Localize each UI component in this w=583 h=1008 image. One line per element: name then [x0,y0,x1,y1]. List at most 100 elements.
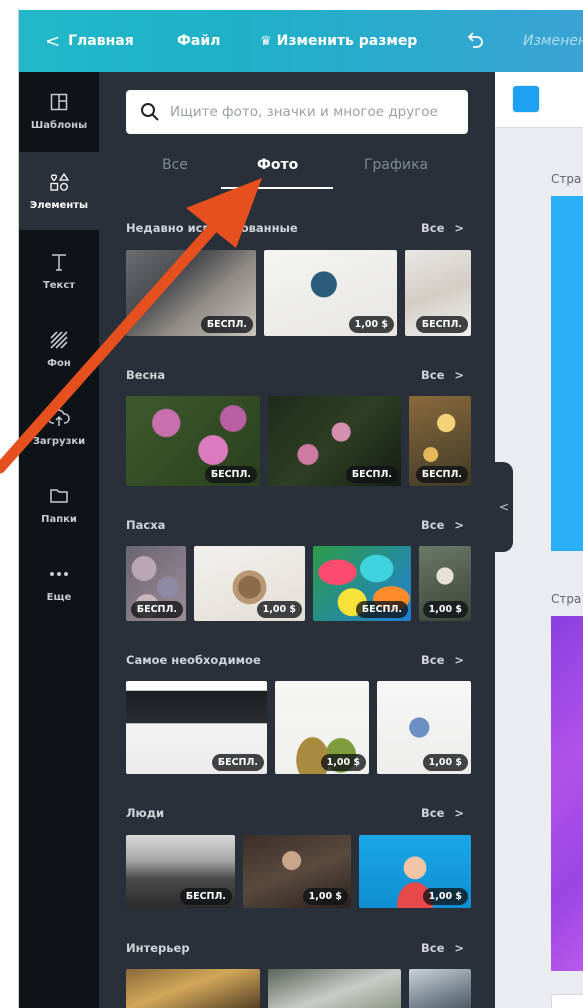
rail-item-more[interactable]: Еще [19,544,99,622]
price-badge: БЕСПЛ. [345,466,398,483]
rail-item-text[interactable]: Текст [19,232,99,310]
tab-graphics[interactable]: Графика [364,157,428,173]
photo-thumbnail[interactable]: 1,00 $ [243,835,351,908]
rail-item-templates[interactable]: Шаблоны [19,72,99,150]
section-title-essentials: Самое необходимое [126,653,261,667]
price-badge: БЕСПЛ. [200,316,253,333]
see-all-label: Все [421,368,445,382]
resize-button[interactable]: ♛ Изменить размер [260,10,417,72]
tab-photos[interactable]: Фото [257,157,298,173]
rail-label: Элементы [29,200,89,211]
search-box[interactable] [126,90,468,134]
price-badge: 1,00 $ [302,888,348,905]
photo-thumbnail[interactable]: БЕСПЛ. [126,250,256,336]
see-all-label: Все [421,653,445,667]
section-title-people: Люди [126,806,165,820]
price-badge: БЕСПЛ. [355,601,408,618]
chevron-right-icon: > [454,518,465,532]
see-all-interior-button[interactable]: Все > [421,941,464,955]
home-label: Главная [68,33,134,49]
rail-label: Фон [47,358,71,369]
photo-thumbnail[interactable]: БЕСПЛ. [409,396,471,486]
rail-item-uploads[interactable]: Загрузки [19,388,99,466]
design-page-2[interactable] [551,616,583,971]
price-badge: 1,00 $ [256,601,302,618]
collapse-panel-button[interactable]: < [495,462,513,552]
chevron-right-icon: > [454,941,465,955]
save-status: Изменен [523,33,583,49]
side-rail: Шаблоны Элементы Текст Фон Загрузки Папк… [19,72,99,1008]
photo-thumbnail[interactable] [126,969,260,1008]
rail-item-background[interactable]: Фон [19,310,99,388]
see-all-label: Все [421,941,445,955]
tab-all[interactable]: Все [162,157,188,173]
see-all-recent-button[interactable]: Все > [421,221,464,235]
photo-thumbnail[interactable]: 1,00 $ [419,546,471,621]
price-badge: БЕСПЛ. [415,466,468,483]
photo-thumbnail[interactable]: БЕСПЛ. [405,250,471,336]
price-badge: БЕСПЛ. [130,601,183,618]
search-input[interactable] [170,104,460,120]
undo-button[interactable] [465,10,485,72]
rail-label: Еще [46,592,72,603]
photo-thumbnail[interactable] [268,969,401,1008]
photo-thumbnail[interactable]: 1,00 $ [359,835,471,908]
see-all-easter-button[interactable]: Все > [421,518,464,532]
price-badge: БЕСПЛ. [204,466,257,483]
undo-icon [467,32,483,48]
photo-thumbnail[interactable]: 1,00 $ [194,546,305,621]
section-title-recent: Недавно использованные [126,221,298,235]
background-icon [48,329,70,351]
chevron-right-icon: > [454,806,465,820]
file-menu-button[interactable]: Файл [177,10,220,72]
photo-thumbnail[interactable]: БЕСПЛ. [126,681,267,774]
photo-thumbnail[interactable]: БЕСПЛ. [268,396,401,486]
price-badge: 1,00 $ [422,888,468,905]
add-page-button[interactable] [551,994,583,1008]
section-title-interior: Интерьер [126,941,190,955]
see-all-spring-button[interactable]: Все > [421,368,464,382]
rail-label: Папки [41,514,77,525]
price-badge: БЕСПЛ. [211,754,264,771]
rail-item-folders[interactable]: Папки [19,466,99,544]
rail-label: Загрузки [32,436,86,447]
see-all-essentials-button[interactable]: Все > [421,653,464,667]
see-all-label: Все [421,518,445,532]
photo-thumbnail[interactable] [409,969,471,1008]
photo-thumbnail[interactable]: БЕСПЛ. [126,396,260,486]
photo-thumbnail[interactable]: 1,00 $ [377,681,471,774]
price-badge: 1,00 $ [422,754,468,771]
photo-thumbnail[interactable]: БЕСПЛ. [126,835,235,908]
price-badge: 1,00 $ [422,601,468,618]
rail-label: Текст [42,280,76,291]
color-swatch-button[interactable] [513,86,539,112]
photo-thumbnail[interactable]: БЕСПЛ. [313,546,411,621]
photo-thumbnail[interactable]: БЕСПЛ. [126,546,186,621]
elements-icon [48,171,70,193]
see-all-people-button[interactable]: Все > [421,806,464,820]
see-all-label: Все [421,221,445,235]
price-badge: БЕСПЛ. [179,888,232,905]
top-bar: < Главная Файл ♛ Изменить размер Изменен [19,10,583,72]
rail-item-elements[interactable]: Элементы [19,152,99,230]
folder-icon [48,485,70,507]
photo-thumbnail[interactable]: 1,00 $ [275,681,369,774]
page-label: Стра [551,592,582,606]
page-label: Стра [551,172,582,186]
active-tab-indicator [221,187,333,189]
photo-thumbnail[interactable]: 1,00 $ [264,250,397,336]
tab-bar: Все Фото Графика [126,157,468,197]
chevron-left-icon: < [45,30,61,52]
canvas-toolbar [495,72,583,128]
app-window: < Главная Файл ♛ Изменить размер Изменен… [18,10,583,1008]
section-title-spring: Весна [126,368,166,382]
home-button[interactable]: < Главная [45,10,134,72]
design-page-1[interactable] [551,196,583,551]
price-badge: 1,00 $ [320,754,366,771]
chevron-right-icon: > [454,221,465,235]
chevron-right-icon: > [454,653,465,667]
text-icon [48,251,70,273]
chevron-right-icon: > [454,368,465,382]
templates-icon [48,91,70,113]
resize-label: Изменить размер [276,33,418,49]
